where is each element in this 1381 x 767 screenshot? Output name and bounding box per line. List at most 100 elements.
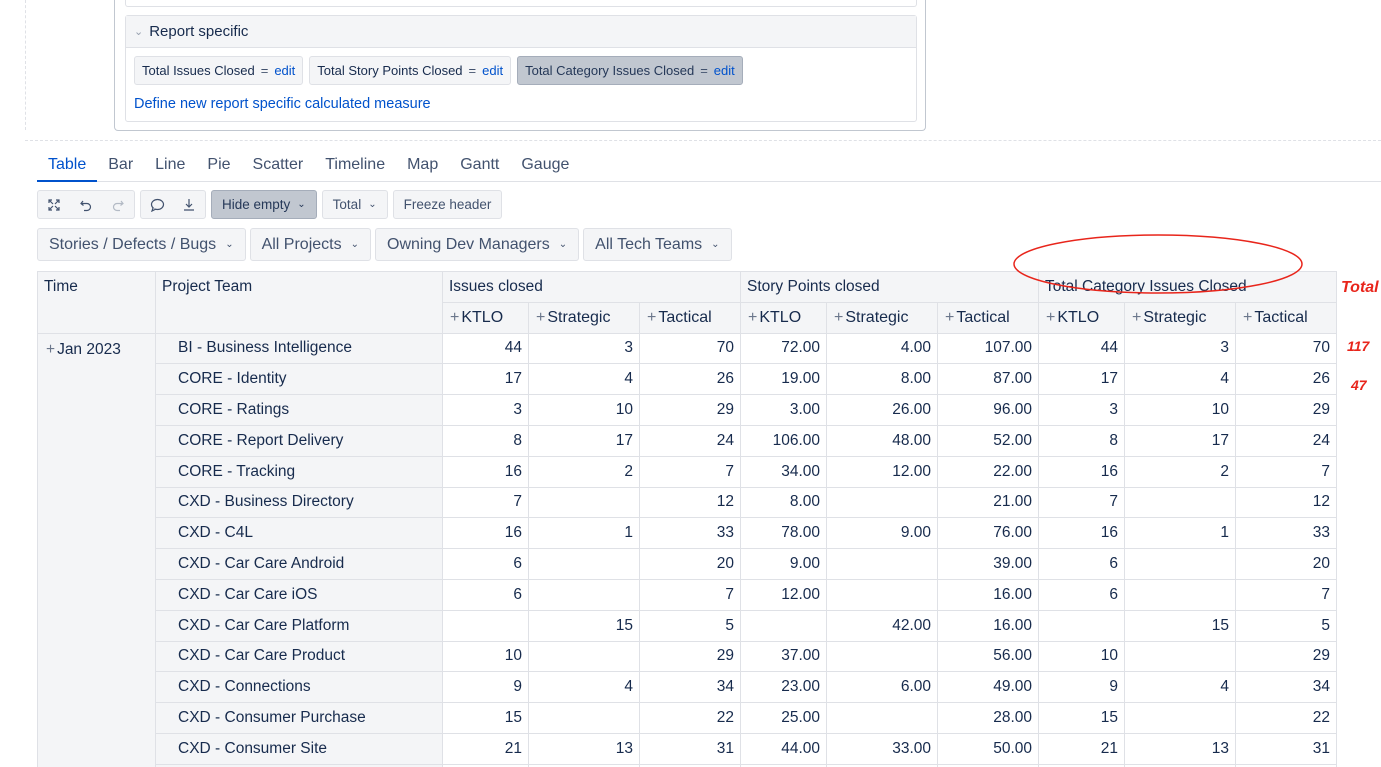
project-team-cell[interactable]: CXD - Consumer Purchase (155, 702, 443, 734)
value-cell[interactable]: 29 (1235, 640, 1337, 673)
expand-plus-icon[interactable]: + (1243, 309, 1252, 326)
header-group-story-points-closed[interactable]: Story Points closed (740, 271, 1039, 303)
project-team-cell[interactable]: CXD - C4L (155, 517, 443, 550)
filter-all-projects[interactable]: All Projects ⌄ (249, 228, 371, 261)
measure-chip-total-category-issues-closed[interactable]: Total Category Issues Closed = edit (517, 56, 743, 85)
value-cell[interactable]: 29 (1235, 394, 1337, 426)
value-cell[interactable]: 9.00 (826, 517, 938, 550)
value-cell[interactable]: 4 (1124, 671, 1236, 704)
value-cell[interactable]: 19.00 (740, 363, 827, 396)
value-cell[interactable]: 8.00 (740, 486, 827, 519)
value-cell[interactable]: 31 (639, 732, 741, 765)
value-cell[interactable]: 34.00 (740, 455, 827, 488)
download-icon[interactable] (173, 191, 205, 218)
value-cell[interactable]: 52.00 (937, 424, 1039, 457)
value-cell[interactable] (528, 486, 640, 519)
value-cell[interactable] (1124, 548, 1236, 580)
filter-all-tech-teams[interactable]: All Tech Teams ⌄ (583, 228, 732, 261)
tab-bar[interactable]: Bar (97, 152, 144, 182)
value-cell[interactable]: 16 (442, 517, 529, 550)
value-cell[interactable]: 87.00 (937, 363, 1039, 396)
value-cell[interactable]: 26 (639, 363, 741, 396)
value-cell[interactable]: 26 (1235, 363, 1337, 396)
value-cell[interactable] (1124, 702, 1236, 734)
report-specific-header[interactable]: ⌄ Report specific (126, 16, 916, 48)
value-cell[interactable]: 6 (442, 578, 529, 611)
header-time[interactable]: Time (37, 271, 156, 334)
value-cell[interactable]: 33 (639, 517, 741, 550)
value-cell[interactable] (528, 640, 640, 673)
value-cell[interactable]: 44 (442, 332, 529, 365)
subheader-issues-closed-ktlo[interactable]: + KTLO (442, 301, 529, 334)
measure-chip-total-story-points-closed[interactable]: Total Story Points Closed = edit (309, 56, 512, 85)
value-cell[interactable]: 6 (1038, 548, 1125, 580)
value-cell[interactable]: 70 (1235, 332, 1337, 365)
measure-edit-link[interactable]: edit (482, 63, 503, 78)
tab-gantt[interactable]: Gantt (449, 152, 510, 182)
value-cell[interactable]: 15 (1038, 702, 1125, 734)
value-cell[interactable]: 9.00 (740, 548, 827, 580)
subheader-story-points-closed-ktlo[interactable]: + KTLO (740, 301, 827, 334)
value-cell[interactable]: 9 (1038, 671, 1125, 704)
comment-icon[interactable] (141, 191, 173, 218)
project-team-cell[interactable]: BI - Business Intelligence (155, 332, 443, 365)
value-cell[interactable]: 10 (1124, 394, 1236, 426)
measure-edit-link[interactable]: edit (714, 63, 735, 78)
value-cell[interactable]: 50.00 (937, 732, 1039, 765)
value-cell[interactable]: 20 (639, 548, 741, 580)
value-cell[interactable]: 10 (528, 394, 640, 426)
value-cell[interactable] (528, 578, 640, 611)
value-cell[interactable]: 6 (1038, 578, 1125, 611)
value-cell[interactable] (826, 486, 938, 519)
value-cell[interactable]: 15 (1124, 609, 1236, 642)
value-cell[interactable]: 16 (1038, 517, 1125, 550)
filter-stories-defects-bugs[interactable]: Stories / Defects / Bugs ⌄ (37, 228, 246, 261)
value-cell[interactable]: 33.00 (826, 732, 938, 765)
value-cell[interactable]: 12 (639, 486, 741, 519)
value-cell[interactable]: 1 (528, 517, 640, 550)
value-cell[interactable]: 3 (442, 394, 529, 426)
value-cell[interactable]: 17 (1124, 424, 1236, 457)
value-cell[interactable]: 8 (1038, 424, 1125, 457)
value-cell[interactable]: 107.00 (937, 332, 1039, 365)
expand-plus-icon[interactable]: + (748, 309, 757, 326)
subheader-total-category-issues-closed-strategic[interactable]: + Strategic (1124, 301, 1236, 334)
value-cell[interactable]: 4 (528, 671, 640, 704)
subheader-total-category-issues-closed-tactical[interactable]: + Tactical (1235, 301, 1337, 334)
value-cell[interactable] (826, 702, 938, 734)
value-cell[interactable]: 12.00 (826, 455, 938, 488)
value-cell[interactable]: 37.00 (740, 640, 827, 673)
expand-plus-icon[interactable]: + (834, 309, 843, 326)
value-cell[interactable]: 21.00 (937, 486, 1039, 519)
tab-table[interactable]: Table (37, 152, 98, 182)
value-cell[interactable]: 17 (528, 424, 640, 457)
value-cell[interactable]: 7 (639, 455, 741, 488)
measure-edit-link[interactable]: edit (274, 63, 295, 78)
value-cell[interactable] (1124, 640, 1236, 673)
value-cell[interactable] (826, 548, 938, 580)
expand-icon[interactable] (38, 191, 70, 218)
value-cell[interactable]: 29 (639, 394, 741, 426)
value-cell[interactable]: 33 (1235, 517, 1337, 550)
project-team-cell[interactable]: CXD - Car Care Android (155, 548, 443, 580)
subheader-story-points-closed-strategic[interactable]: + Strategic (826, 301, 938, 334)
value-cell[interactable]: 22.00 (937, 455, 1039, 488)
time-cell[interactable]: + Jan 2023 (37, 332, 156, 767)
value-cell[interactable]: 2 (528, 455, 640, 488)
value-cell[interactable]: 8 (442, 424, 529, 457)
value-cell[interactable] (1124, 578, 1236, 611)
value-cell[interactable]: 22 (1235, 702, 1337, 734)
value-cell[interactable]: 9 (442, 671, 529, 704)
tab-timeline[interactable]: Timeline (314, 152, 396, 182)
value-cell[interactable]: 24 (639, 424, 741, 457)
value-cell[interactable]: 7 (639, 578, 741, 611)
undo-icon[interactable] (70, 191, 102, 218)
value-cell[interactable]: 24 (1235, 424, 1337, 457)
value-cell[interactable] (1124, 486, 1236, 519)
hide-empty-button[interactable]: Hide empty ⌄ (211, 190, 317, 219)
value-cell[interactable]: 10 (442, 640, 529, 673)
value-cell[interactable]: 16 (442, 455, 529, 488)
value-cell[interactable]: 106.00 (740, 424, 827, 457)
value-cell[interactable]: 42.00 (826, 609, 938, 642)
value-cell[interactable]: 22 (639, 702, 741, 734)
